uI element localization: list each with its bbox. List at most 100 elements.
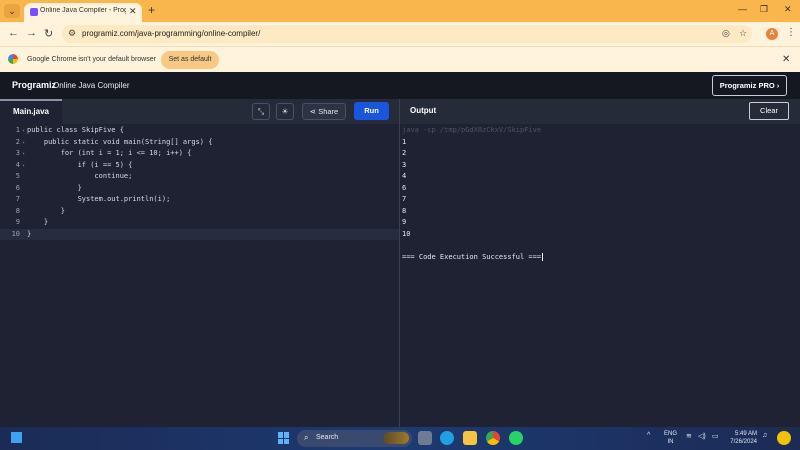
code-line[interactable]: 3 ▾ for (int i = 1; i <= 10; i++) { (0, 148, 399, 160)
programiz-favicon-icon (30, 8, 38, 16)
output-line: 3 (402, 160, 407, 169)
line-number: 8 (15, 206, 20, 215)
programiz-logo[interactable]: Programiz (12, 80, 56, 90)
code-text[interactable]: } (27, 230, 31, 238)
reload-icon[interactable]: ↻ (44, 27, 53, 40)
code-text[interactable]: } (27, 207, 65, 215)
tab-close-icon[interactable]: ✕ (129, 6, 137, 17)
search-highlight-image (383, 432, 409, 444)
clock-date: 7/26/2024 (730, 439, 757, 445)
chrome-logo-icon (8, 54, 18, 64)
code-text[interactable]: public static void main(String[] args) { (27, 138, 213, 146)
code-line[interactable]: 6 } (0, 183, 399, 195)
output-line: 4 (402, 172, 407, 180)
line-number: 6 (15, 183, 20, 192)
code-line[interactable]: 1 ▾ public class SkipFive { (0, 125, 399, 137)
line-number: 9 (15, 218, 20, 226)
default-browser-infobar: Google Chrome isn't your default browser… (0, 46, 800, 72)
restore-icon[interactable]: ❐ (760, 4, 768, 15)
output-line: 1 (402, 137, 407, 146)
lang-region: IN (667, 439, 674, 445)
tab-search-icon[interactable]: ⌄ (4, 4, 20, 18)
browser-menu-icon[interactable]: ⋮ (786, 27, 796, 38)
taskbar-search[interactable]: ⌕ Search (297, 430, 412, 447)
output-toolbar: Output Clear (400, 99, 800, 124)
fullscreen-icon[interactable]: ⤡ (252, 103, 270, 120)
output-console: java -cp /tmp/pGdX8zCkxV/SkipFive 1 2 3 4 6 7 8… (400, 124, 800, 427)
share-label: Share (318, 107, 339, 116)
browser-tab[interactable]: Online Java Compiler - Program ✕ (24, 3, 142, 22)
code-line[interactable]: 10} (0, 228, 399, 240)
share-icon: ⋖ (309, 107, 317, 116)
windows-taskbar: ⌕ Search ^ ENG IN ≋ ◁) ▭ 5:49 AM 7/26/20… (0, 427, 800, 450)
back-icon[interactable]: ← (8, 27, 19, 39)
bookmark-star-icon[interactable]: ☆ (739, 28, 747, 39)
set-as-default-button[interactable]: Set as default (161, 51, 219, 69)
code-text[interactable]: for (int i = 1; i <= 10; i++) { (27, 149, 192, 157)
code-line[interactable]: 9 } (0, 217, 399, 229)
volume-icon[interactable]: ◁) (698, 432, 706, 440)
file-explorer-icon[interactable] (463, 431, 477, 445)
profile-avatar[interactable]: A (766, 28, 778, 40)
minimize-icon[interactable]: — (738, 4, 747, 14)
code-line[interactable]: 4 ▾ if (i == 5) { (0, 160, 399, 172)
code-line[interactable]: 5 continue; (0, 171, 399, 183)
edge-icon[interactable] (440, 431, 454, 445)
language-indicator[interactable]: ENG IN (664, 430, 677, 446)
code-line[interactable]: 7 System.out.println(i); (0, 194, 399, 206)
eye-off-icon[interactable]: ◎ (722, 28, 730, 39)
file-tab-main-java[interactable]: Main.java (0, 99, 62, 124)
site-info-icon[interactable]: ⚙ (68, 28, 76, 39)
chrome-taskbar-icon[interactable] (486, 431, 500, 445)
output-line: 9 (402, 218, 407, 226)
output-line: 2 (402, 149, 407, 157)
line-number: 2 (15, 137, 20, 146)
code-text[interactable]: if (i == 5) { (27, 161, 133, 169)
address-bar[interactable]: ⚙ programiz.com/java-programming/online-… (62, 25, 752, 43)
tray-chevron-icon[interactable]: ^ (647, 432, 650, 439)
theme-toggle-icon[interactable]: ☀ (276, 103, 294, 120)
browser-toolbar: ← → ↻ ⚙ programiz.com/java-programming/o… (0, 22, 800, 46)
search-icon: ⌕ (304, 433, 309, 442)
output-title: Output (410, 106, 437, 115)
code-text[interactable]: } (27, 218, 48, 226)
code-editor[interactable]: 1 ▾ public class SkipFive {2 ▾ public stati… (0, 124, 399, 427)
line-number: 7 (15, 195, 20, 203)
copilot-icon[interactable] (777, 431, 791, 445)
code-line[interactable]: 8 } (0, 206, 399, 218)
line-number: 10 (11, 229, 20, 238)
system-clock[interactable]: 5:49 AM 7/26/2024 (725, 430, 757, 446)
programiz-pro-button[interactable]: Programiz PRO › (712, 75, 787, 96)
forward-icon[interactable]: → (26, 27, 37, 39)
url-text[interactable]: programiz.com/java-programming/online-co… (82, 29, 260, 38)
battery-icon[interactable]: ▭ (712, 432, 719, 440)
infobar-close-icon[interactable]: ✕ (782, 54, 790, 65)
widgets-icon[interactable] (11, 432, 22, 443)
clock-time: 5:49 AM (734, 431, 757, 437)
clear-button[interactable]: Clear (749, 102, 789, 120)
app-header: Programiz Online Java Compiler Programiz… (0, 72, 800, 99)
code-text[interactable]: continue; (27, 172, 132, 180)
line-number: 3 (15, 149, 20, 157)
output-line: 10 (402, 229, 411, 238)
code-line[interactable]: 2 ▾ public static void main(String[] args… (0, 137, 399, 149)
task-view-icon[interactable] (418, 431, 432, 445)
code-text[interactable]: public class SkipFive { (27, 126, 124, 134)
window-close-icon[interactable]: ✕ (784, 4, 792, 15)
line-number: 4 (15, 160, 20, 169)
run-button[interactable]: Run (354, 102, 389, 120)
code-text[interactable]: System.out.println(i); (27, 195, 171, 203)
output-line: === Code Execution Successful === (402, 252, 544, 261)
notification-bell-icon[interactable]: ♫ (762, 432, 767, 439)
start-menu-icon[interactable] (278, 432, 290, 444)
output-command: java -cp /tmp/pGdX8zCkxV/SkipFive (402, 126, 542, 134)
line-number: 5 (15, 172, 20, 180)
share-button[interactable]: ⋖ Share (302, 103, 346, 120)
editor-toolbar: Main.java ⤡ ☀ ⋖ Share Run (0, 99, 399, 124)
wifi-icon[interactable]: ≋ (686, 432, 692, 440)
output-line: 7 (402, 195, 407, 203)
new-tab-icon[interactable]: + (148, 3, 155, 17)
infobar-message: Google Chrome isn't your default browser (27, 56, 156, 63)
whatsapp-icon[interactable] (509, 431, 523, 445)
code-text[interactable]: } (27, 184, 82, 192)
